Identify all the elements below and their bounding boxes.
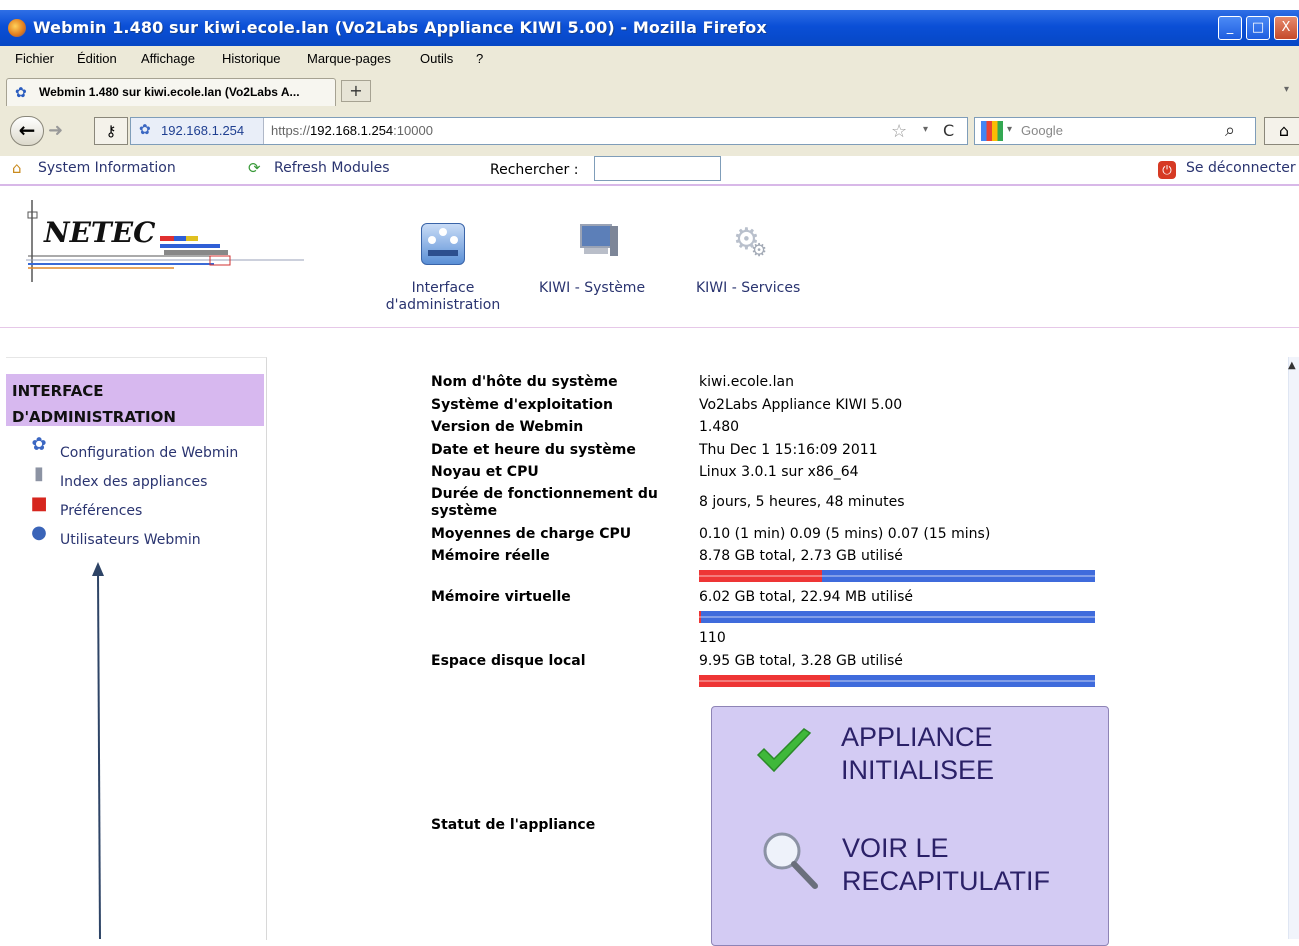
search-input[interactable] (594, 156, 721, 181)
window-title: Webmin 1.480 sur kiwi.ecole.lan (Vo2Labs… (33, 18, 767, 37)
scroll-up-icon[interactable]: ▲ (1288, 360, 1296, 371)
system-information-link[interactable]: System Information (38, 160, 176, 176)
menu-bar: Fichier Édition Affichage Historique Mar… (0, 46, 1299, 72)
maximize-button[interactable]: □ (1246, 16, 1270, 40)
search-placeholder: Google (1021, 123, 1063, 138)
sidebar: INTERFACE D'ADMINISTRATION ✿ Configuratio… (6, 357, 267, 940)
google-icon[interactable] (981, 121, 1003, 141)
load-value: 0.10 (1 min) 0.09 (5 mins) 0.07 (15 mins… (699, 526, 991, 542)
appliance-initialised: APPLIANCE INITIALISEE (841, 722, 995, 785)
back-button[interactable]: ← (10, 116, 44, 146)
menu-edition[interactable]: Édition (77, 51, 117, 66)
home-button[interactable]: ⌂ (1264, 117, 1299, 145)
version-value: 1.480 (699, 419, 740, 435)
disk-value: 9.95 GB total, 3.28 GB utilisé (699, 653, 903, 669)
window-title-bar[interactable]: Webmin 1.480 sur kiwi.ecole.lan (Vo2Labs… (0, 10, 1299, 46)
tab-bar: ✿ Webmin 1.480 sur kiwi.ecole.lan (Vo2La… (0, 72, 1299, 107)
tab-label: Webmin 1.480 sur kiwi.ecole.lan (Vo2Labs… (39, 85, 300, 99)
date-value: Thu Dec 1 15:16:09 2011 (699, 442, 878, 458)
sidebar-item-index[interactable]: Index des appliances (60, 474, 207, 490)
uptime-label: Durée de fonctionnement du système (431, 486, 658, 519)
site-identity[interactable]: ✿ 192.168.1.254 (131, 118, 264, 144)
sidebar-item-preferences[interactable]: Préférences (60, 503, 142, 519)
gift-icon: ■ (30, 493, 48, 514)
new-tab-button[interactable]: + (341, 80, 371, 102)
home-icon: ⌂ (12, 159, 22, 177)
small-gear-icon: ⚙ (751, 240, 768, 261)
header-divider (0, 327, 1299, 328)
disk-label: Espace disque local (431, 653, 586, 669)
date-label: Date et heure du système (431, 442, 636, 458)
menu-outils[interactable]: Outils (420, 51, 453, 66)
swap-usage-bar (699, 611, 1095, 623)
os-value: Vo2Labs Appliance KIWI 5.00 (699, 397, 903, 413)
search-bar[interactable]: ▾ Google ⌕ (974, 117, 1256, 145)
version-label: Version de Webmin (431, 419, 584, 435)
status-label: Statut de l'appliance (431, 817, 596, 833)
ram-usage-bar (699, 570, 1095, 582)
disk-usage-bar (699, 675, 1095, 687)
ram-label: Mémoire réelle (431, 548, 550, 564)
navigation-bar: ← ➜ ⚷ ✿ 192.168.1.254 https://192.168.1.… (0, 106, 1299, 156)
menu-fichier[interactable]: Fichier (15, 51, 54, 66)
webmin-icon: ✿ (15, 85, 27, 101)
menu-marque-pages[interactable]: Marque-pages (307, 51, 391, 66)
appliance-status-box: APPLIANCE INITIALISEE VOIR LE RECAPITULATI… (711, 706, 1109, 946)
computer-icon[interactable] (580, 224, 620, 260)
annotation-arrow (92, 562, 104, 939)
key-icon[interactable]: ⚷ (94, 117, 128, 145)
firefox-icon (8, 19, 26, 37)
refresh-icon: ⟳ (248, 159, 261, 177)
hostname-value: kiwi.ecole.lan (699, 374, 794, 390)
forward-icon[interactable]: ➜ (48, 120, 63, 141)
reload-icon[interactable]: C (943, 121, 954, 140)
os-label: Système d'exploitation (431, 397, 613, 413)
history-dropdown-icon[interactable]: ▾ (923, 124, 928, 135)
tab-webmin[interactable]: ✿ Webmin 1.480 sur kiwi.ecole.lan (Vo2La… (6, 78, 336, 106)
webmin-icon: ✿ (139, 122, 151, 138)
search-icon[interactable]: ⌕ (1225, 120, 1235, 141)
site-identity-label: 192.168.1.254 (161, 123, 245, 138)
swap-value: 6.02 GB total, 22.94 MB utilisé (699, 589, 914, 605)
bookmark-star-icon[interactable]: ☆ (891, 121, 907, 142)
kernel-value: Linux 3.0.1 sur x86_64 (699, 464, 859, 480)
logout-link[interactable]: Se déconnecter (1186, 160, 1296, 176)
minimize-button[interactable]: _ (1218, 16, 1242, 40)
extra-value: 110 (699, 630, 726, 646)
ram-value: 8.78 GB total, 2.73 GB utilisé (699, 548, 903, 564)
kernel-label: Noyau et CPU (431, 464, 539, 480)
search-label: Rechercher : (490, 162, 579, 178)
appliance-index-icon: ▮ (34, 463, 44, 484)
load-label: Moyennes de charge CPU (431, 526, 632, 542)
webmin-top-bar: ⌂ System Information ⟳ Refresh Modules R… (0, 156, 1299, 186)
search-engine-dropdown-icon[interactable]: ▾ (1007, 124, 1012, 135)
hostname-label: Nom d'hôte du système (431, 374, 618, 390)
close-button[interactable]: X (1274, 16, 1298, 40)
address-bar[interactable]: ✿ 192.168.1.254 https://192.168.1.254:10… (130, 117, 968, 145)
refresh-modules-link[interactable]: Refresh Modules (274, 160, 390, 176)
power-icon[interactable]: ⏻ (1158, 161, 1176, 179)
scrollbar[interactable] (1288, 357, 1299, 939)
menu-historique[interactable]: Historique (222, 51, 281, 66)
webmin-icon: ✿ (31, 434, 47, 455)
sidebar-item-configuration[interactable]: Configuration de Webmin (60, 445, 238, 461)
menu-affichage[interactable]: Affichage (141, 51, 195, 66)
module-kiwi-systeme[interactable]: KIWI - Système (539, 280, 645, 297)
sidebar-item-users[interactable]: Utilisateurs Webmin (60, 532, 201, 548)
module-kiwi-services[interactable]: KIWI - Services (696, 280, 800, 297)
check-icon (756, 728, 812, 773)
url-text[interactable]: https://192.168.1.254:10000 (271, 123, 433, 138)
logo-text: NETEC (44, 216, 156, 249)
user-icon: ● (31, 522, 47, 543)
menu-help[interactable]: ? (476, 51, 483, 66)
magnifier-icon[interactable] (760, 829, 820, 891)
swap-label: Mémoire virtuelle (431, 589, 571, 605)
view-summary-link[interactable]: VOIR LE RECAPITULATIF (842, 832, 1050, 898)
interface-admin-icon[interactable] (421, 223, 465, 265)
sidebar-heading: INTERFACE D'ADMINISTRATION (6, 374, 264, 426)
uptime-value: 8 jours, 5 heures, 48 minutes (699, 494, 905, 510)
module-interface-admin[interactable]: Interface d'administration (383, 280, 503, 314)
tab-list-icon[interactable]: ▾ (1284, 84, 1289, 95)
